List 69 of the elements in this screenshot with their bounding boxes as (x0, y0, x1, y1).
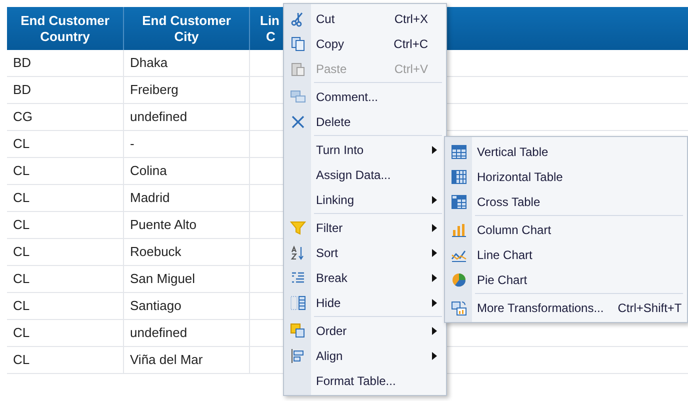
table-cell: San Miguel (124, 266, 250, 292)
table-cell: undefined (124, 320, 250, 346)
table-icon (450, 194, 466, 210)
menu-item[interactable]: Hide (284, 290, 446, 315)
table-cell: CG (7, 104, 124, 130)
menu-item[interactable]: Cut Ctrl+X (284, 6, 446, 31)
menu-item[interactable]: Line Chart (445, 242, 687, 267)
menu-item[interactable]: Delete (284, 109, 446, 134)
order-icon (290, 322, 306, 338)
filter-icon (290, 220, 306, 236)
menu-item[interactable]: Format Table... (284, 368, 446, 393)
delete-icon (290, 114, 306, 130)
table-cell: BD (7, 77, 124, 103)
table-cell: CL (7, 266, 124, 292)
menu-item[interactable]: Break (284, 265, 446, 290)
align-icon (290, 348, 306, 364)
table-cell: CL (7, 293, 124, 319)
table-cell: Roebuck (124, 239, 250, 265)
table-cell: Santiago (124, 293, 250, 319)
table-cell: CL (7, 320, 124, 346)
hide-columns-icon (290, 294, 306, 310)
table-cell: CL (7, 239, 124, 265)
clipboard-icon (290, 60, 306, 76)
menu-item[interactable]: More Transformations... Ctrl+Shift+T (445, 295, 687, 320)
table-cell: CL (7, 212, 124, 238)
column-header: Lin C (259, 12, 280, 46)
menu-item[interactable]: Filter (284, 215, 446, 240)
table-cell: Freiberg (124, 77, 250, 103)
menu-item[interactable]: Turn Into (284, 137, 446, 162)
table-icon (450, 144, 466, 160)
menu-item[interactable]: Sort (284, 240, 446, 265)
scissors-icon (290, 10, 306, 26)
copy-icon (290, 36, 306, 52)
shortcut-label: Ctrl+X (394, 10, 428, 28)
menu-item[interactable]: Linking (284, 187, 446, 212)
table-cell: undefined (124, 104, 250, 130)
shortcut-label: Ctrl+C (394, 36, 428, 52)
table-cell: Puente Alto (124, 212, 250, 238)
table-cell: CL (7, 131, 124, 157)
table-cell: CL (7, 158, 124, 184)
menu-item[interactable]: Cross Table (445, 189, 687, 214)
table-cell: - (124, 131, 250, 157)
transform-icon (450, 300, 466, 316)
table-cell: Colina (124, 158, 250, 184)
table-cell: CL (7, 347, 124, 373)
menu-item[interactable]: Align (284, 343, 446, 368)
column-header: End Customer Country (7, 7, 124, 50)
menu-item[interactable]: Pie Chart (445, 267, 687, 292)
pie-chart-icon (450, 272, 466, 288)
menu-item[interactable]: Column Chart (445, 217, 687, 242)
menu-item[interactable]: Comment... (284, 84, 446, 109)
shortcut-label: Ctrl+V (394, 60, 428, 78)
break-icon (290, 270, 306, 286)
bar-chart-icon (450, 222, 466, 238)
menu-item[interactable]: Copy Ctrl+C (284, 31, 446, 56)
comment-icon (290, 88, 306, 104)
shortcut-label: Ctrl+Shift+T (618, 300, 682, 316)
sort-icon (290, 244, 306, 260)
menu-item[interactable]: Order (284, 318, 446, 343)
menu-item[interactable]: Assign Data... (284, 162, 446, 187)
table-cell: CL (7, 185, 124, 211)
table-cell: Madrid (124, 185, 250, 211)
table-cell: BD (7, 50, 124, 76)
menu-item[interactable]: Vertical Table (445, 139, 687, 164)
menu-item[interactable]: Horizontal Table (445, 164, 687, 189)
column-header: End Customer City (124, 7, 250, 50)
table-icon (450, 168, 466, 184)
table-cell: Viña del Mar (124, 347, 250, 373)
table-cell: Dhaka (124, 50, 250, 76)
